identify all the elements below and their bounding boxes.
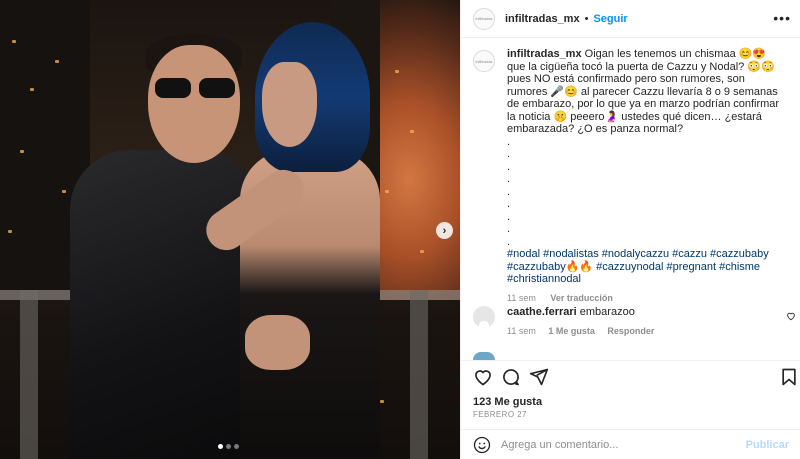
comment-age: 11 sem <box>507 326 536 336</box>
caption-dot: . <box>507 185 511 198</box>
photo-man-jacket <box>70 150 260 459</box>
comment-text: embarazoo <box>579 306 635 318</box>
photo-man-face <box>148 45 240 163</box>
header-separator: • <box>584 12 589 25</box>
caption-dot: . <box>507 198 511 210</box>
photo-railing-post <box>20 290 38 459</box>
header-username[interactable]: infiltradas_mx <box>505 13 580 25</box>
caption-dot: . <box>507 235 511 248</box>
caption-dot: . <box>507 210 511 223</box>
carousel-dot <box>234 444 239 449</box>
carousel-indicator <box>218 444 239 449</box>
photo-city-light <box>20 150 24 153</box>
photo-city-light <box>395 70 399 73</box>
carousel-next-button[interactable]: › <box>436 222 453 239</box>
caption-dot: . <box>507 173 511 185</box>
post-header: infiltradas infiltradas_mx • Seguir ••• <box>461 0 800 38</box>
emoji-smiley-icon[interactable] <box>473 436 491 454</box>
more-options-icon[interactable]: ••• <box>773 10 791 26</box>
caption-text: Oigan les tenemos un chismaa 😊😍 que la c… <box>507 48 780 135</box>
photo-city-light <box>12 40 16 43</box>
post-date: FEBRERO 27 <box>473 410 527 419</box>
photo-city-light <box>380 400 384 403</box>
carousel-dot <box>218 444 223 449</box>
avatar[interactable]: infiltradas <box>473 50 495 72</box>
add-comment-bar: Agrega un comentario... Publicar <box>461 429 800 459</box>
post-caption: infiltradas infiltradas_mx Oigan les ten… <box>473 48 793 304</box>
photo-railing-post <box>410 290 428 459</box>
caption-meta: 11 sem Ver traducción <box>507 292 787 305</box>
avatar-logo-text: infiltradas <box>475 16 493 21</box>
see-translation-link[interactable]: Ver traducción <box>550 293 613 303</box>
photo-city-light <box>8 230 12 233</box>
carousel-dot <box>226 444 231 449</box>
caption-dot: . <box>507 160 511 173</box>
photo-man-hand <box>245 315 310 370</box>
caption-dots: . . . . . . . . . <box>507 136 787 249</box>
photo-city-light <box>55 60 59 63</box>
photo-city-light <box>420 250 424 253</box>
post-photo[interactable]: › <box>0 0 460 459</box>
avatar[interactable]: infiltradas <box>473 7 495 30</box>
comment-username[interactable]: caathe.ferrari <box>507 306 577 318</box>
caption-age: 11 sem <box>507 292 536 303</box>
caption-hashtags[interactable]: #nodal #nodalistas #nodalycazzu #cazzu #… <box>507 248 787 286</box>
post-details-panel: infiltradas infiltradas_mx • Seguir ••• … <box>460 0 800 459</box>
comment-item: caathe.ferrari embarazoo 11 sem 1 Me gus… <box>473 306 793 337</box>
comment-like-icon[interactable] <box>786 311 796 324</box>
likes-count[interactable]: 123 Me gusta <box>473 396 542 408</box>
photo-city-light <box>385 190 389 193</box>
photo-city-light <box>410 130 414 133</box>
avatar-logo-text: infiltradas <box>475 58 493 64</box>
caption-dot: . <box>507 223 511 235</box>
share-paper-plane-icon[interactable] <box>529 367 549 387</box>
like-heart-icon[interactable] <box>473 367 493 387</box>
caption-dot: . <box>507 135 511 148</box>
photo-woman-face <box>262 62 317 147</box>
photo-city-light <box>30 88 34 91</box>
comment-likes-link[interactable]: 1 Me gusta <box>548 326 595 336</box>
save-bookmark-icon[interactable] <box>779 367 799 387</box>
post-actions-bar <box>461 360 800 390</box>
caption-dot: . <box>507 148 511 160</box>
caption-username[interactable]: infiltradas_mx <box>507 48 582 60</box>
reply-button[interactable]: Responder <box>607 326 654 336</box>
publish-button[interactable]: Publicar <box>746 439 789 451</box>
photo-city-light <box>62 190 66 193</box>
avatar[interactable] <box>473 306 495 328</box>
comment-bubble-icon[interactable] <box>501 367 521 387</box>
follow-button[interactable]: Seguir <box>593 13 627 25</box>
next-comment-avatar-peek <box>473 352 495 360</box>
comment-input[interactable]: Agrega un comentario... <box>501 439 746 451</box>
photo-sunglasses <box>155 78 243 100</box>
